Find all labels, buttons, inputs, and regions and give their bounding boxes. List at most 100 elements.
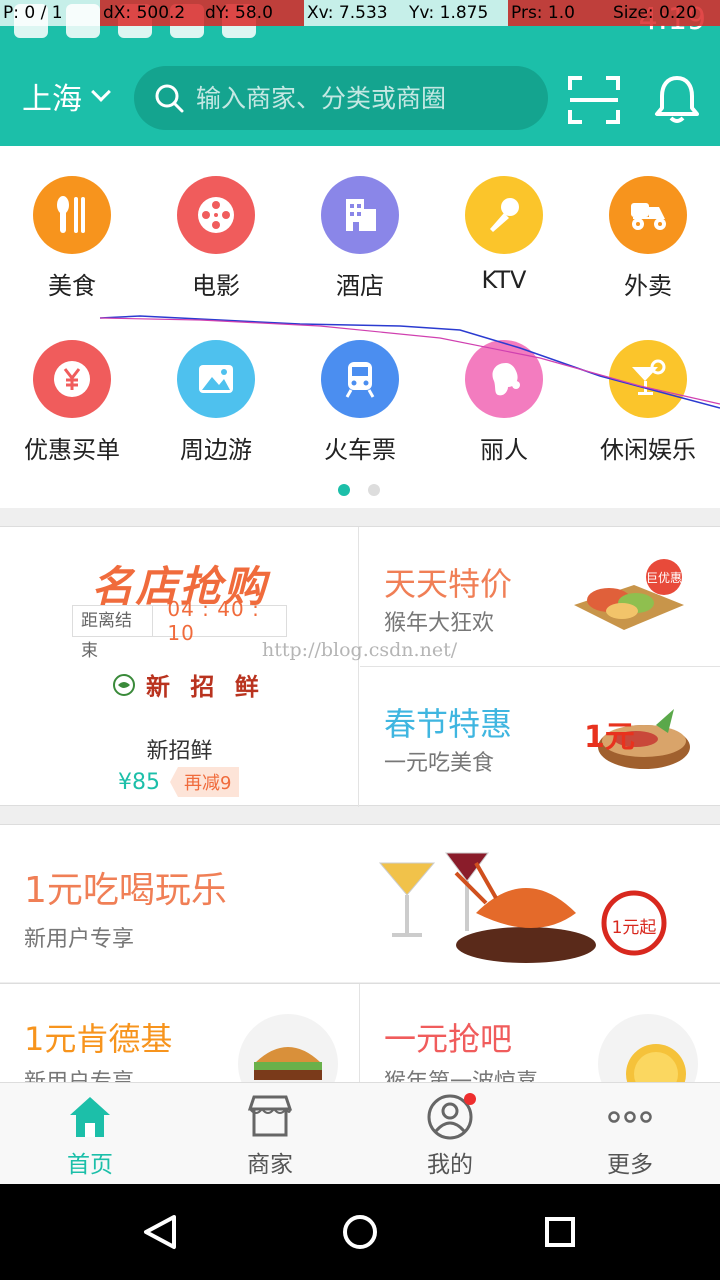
category-label: 火车票 <box>324 436 396 464</box>
tab-label: 更多 <box>607 1152 653 1178</box>
category-nearby-travel[interactable]: 周边游 <box>144 340 288 465</box>
scan-icon[interactable] <box>568 76 620 124</box>
gold-coin-image <box>598 1014 698 1083</box>
top-header: 上海 <box>0 48 720 146</box>
promo-title: 一元抢吧 <box>384 1020 513 1058</box>
category-label: 优惠买单 <box>24 436 120 464</box>
building-icon <box>321 176 399 254</box>
debug-xv: Xv: 7.533 <box>304 0 406 26</box>
deal-badge: 巨优惠 <box>646 571 682 585</box>
category-movie[interactable]: 电影 <box>144 176 288 301</box>
price: ¥85 <box>118 769 160 795</box>
system-navigation-bar <box>0 1184 720 1280</box>
countdown-timer: 距离结束 04 : 40 : 10 <box>72 597 287 661</box>
category-delivery[interactable]: 外卖 <box>576 176 720 301</box>
bottom-tab-bar: 首页 商家 我的 更多 <box>0 1082 720 1184</box>
cocktail-icon <box>609 340 687 418</box>
debug-yv: Yv: 1.875 <box>406 0 508 26</box>
tab-label: 首页 <box>67 1152 113 1178</box>
user-icon <box>426 1093 476 1141</box>
category-discount-pay[interactable]: 优惠买单 <box>0 340 144 465</box>
banner-title: 1元吃喝玩乐 <box>24 870 227 911</box>
brand-logo-text: 新 招 鲜 <box>146 672 265 701</box>
debug-pointer: P: 0 / 1 <box>0 0 100 26</box>
category-label: 外卖 <box>624 272 672 300</box>
store-icon <box>246 1093 294 1141</box>
debug-size: Size: 0.20 <box>610 0 720 26</box>
debug-prs: Prs: 1.0 <box>508 0 610 26</box>
film-reel-icon <box>177 176 255 254</box>
flash-sale-card[interactable]: 名店抢购 距离结束 04 : 40 : 10 新 招 鲜 新招鲜 ¥85 再减9 <box>0 527 359 807</box>
yuan-coin-icon <box>33 340 111 418</box>
promo-title: 1元肯德基 <box>24 1020 173 1058</box>
bell-icon[interactable] <box>654 74 700 124</box>
promo-subtitle: 猴年第一波惊喜 <box>384 1070 539 1083</box>
landscape-icon <box>177 340 255 418</box>
microphone-icon <box>465 176 543 254</box>
category-label: KTV <box>481 266 527 294</box>
deal-subtitle: 一元吃美食 <box>384 751 495 776</box>
debug-dx: dX: 500.2 <box>100 0 202 26</box>
category-label: 休闲娱乐 <box>600 436 696 464</box>
train-icon <box>321 340 399 418</box>
promo-row: 1元肯德基 新用户专享 一元抢吧 猴年第一波惊喜 <box>0 983 720 1083</box>
category-train-ticket[interactable]: 火车票 <box>288 340 432 465</box>
watermark: http://blog.csdn.net/ <box>262 639 458 661</box>
shop-name: 新招鲜 <box>146 739 213 764</box>
tab-label: 我的 <box>427 1152 473 1178</box>
price-row: ¥85 再减9 <box>118 767 240 797</box>
deal-title: 天天特价 <box>384 565 513 603</box>
tab-merchants[interactable]: 商家 <box>180 1083 360 1185</box>
category-hotel[interactable]: 酒店 <box>288 176 432 301</box>
tab-home[interactable]: 首页 <box>0 1083 180 1185</box>
tab-more[interactable]: 更多 <box>540 1083 720 1185</box>
discount-tag: 再减9 <box>170 767 240 797</box>
category-food[interactable]: 美食 <box>0 176 144 301</box>
pointer-location-overlay: P: 0 / 1 dX: 500.2 dY: 58.0 Xv: 7.533 Yv… <box>0 0 720 26</box>
more-icon <box>606 1093 654 1141</box>
hotpot-image: 1元 <box>584 709 690 769</box>
search-icon <box>155 84 184 113</box>
debug-dy: dY: 58.0 <box>202 0 304 26</box>
brand-logo: 新 招 鲜 <box>112 667 265 702</box>
category-label: 美食 <box>48 272 96 300</box>
category-ktv[interactable]: KTV <box>432 176 576 294</box>
countdown-label: 距离结束 <box>73 606 154 661</box>
scooter-icon <box>609 176 687 254</box>
back-icon[interactable] <box>142 1214 178 1250</box>
promo-subtitle: 新用户专享 <box>24 1070 135 1083</box>
seafood-drinks-image: 1元起 <box>378 852 667 963</box>
platter-image: 巨优惠 <box>574 559 684 630</box>
city-selector[interactable]: 上海 <box>22 74 111 118</box>
notification-badge <box>464 1093 476 1105</box>
banner-subtitle: 新用户专享 <box>24 927 135 952</box>
search-input[interactable] <box>196 83 536 113</box>
deal-subtitle: 猴年大狂欢 <box>384 611 495 636</box>
banner-badge: 1元起 <box>612 918 657 938</box>
promo-card-kfc[interactable]: 1元肯德基 新用户专享 <box>0 984 360 1083</box>
promo-card-grab[interactable]: 一元抢吧 猴年第一波惊喜 <box>360 984 720 1083</box>
banner-card[interactable]: 1元吃喝玩乐 新用户专享 1元起 <box>0 824 720 982</box>
lady-icon <box>465 340 543 418</box>
burger-image <box>238 1014 338 1083</box>
category-beauty[interactable]: 丽人 <box>432 340 576 465</box>
page-dot <box>368 484 380 496</box>
fish-logo-icon <box>113 673 135 696</box>
countdown-value: 04 : 40 : 10 <box>167 597 260 645</box>
category-label: 电影 <box>192 272 240 300</box>
category-label: 周边游 <box>180 436 252 464</box>
deal-title: 春节特惠 <box>384 705 513 743</box>
search-bar[interactable] <box>134 66 548 130</box>
category-leisure[interactable]: 休闲娱乐 <box>576 340 720 465</box>
fork-knife-icon <box>33 176 111 254</box>
home-icon <box>66 1093 114 1141</box>
deal-card-spring-festival[interactable]: 春节特惠 一元吃美食 1元 <box>360 667 720 807</box>
page-indicator <box>338 484 380 496</box>
deals-section: 名店抢购 距离结束 04 : 40 : 10 新 招 鲜 新招鲜 ¥85 再减9… <box>0 526 720 807</box>
category-grid: 美食 电影 酒店 KTV 外卖 优惠买单 周边游 火车票 丽人 休闲娱乐 <box>0 146 720 508</box>
tab-mine[interactable]: 我的 <box>360 1083 540 1185</box>
recent-apps-icon[interactable] <box>545 1217 575 1247</box>
home-circle-icon[interactable] <box>342 1214 378 1250</box>
category-label: 丽人 <box>480 436 528 464</box>
city-label: 上海 <box>22 82 82 117</box>
